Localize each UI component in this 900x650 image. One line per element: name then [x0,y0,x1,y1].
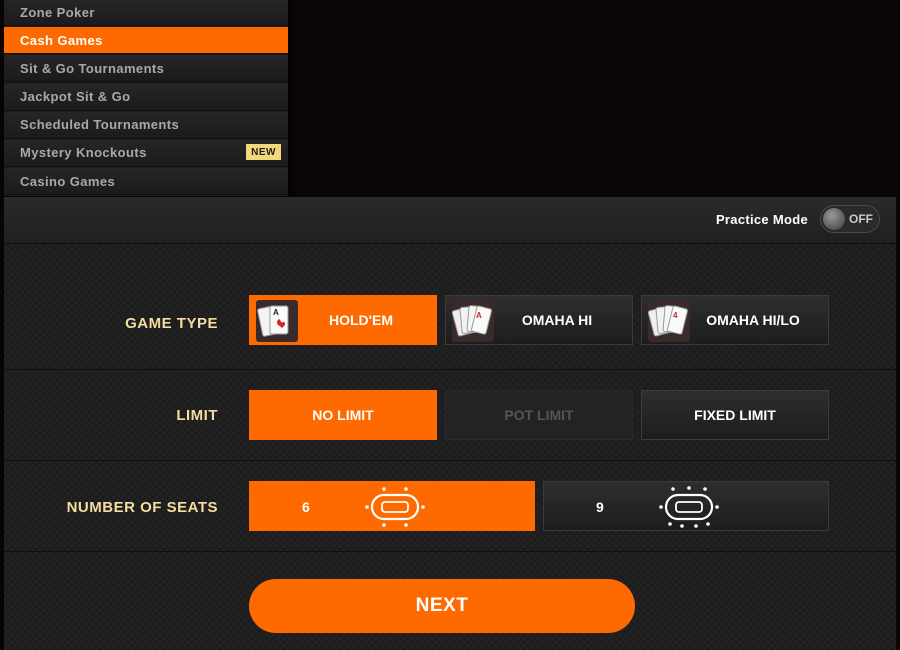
seats-6-label: 6 [302,499,310,515]
poker-table-6-seat-icon [365,487,425,527]
menu-item-scheduled-tournaments[interactable]: Scheduled Tournaments [4,111,288,139]
game-category-menu: Zone Poker Cash Games Sit & Go Tournamen… [4,0,288,196]
new-badge: NEW [246,143,281,160]
game-type-omaha-hi-lo-label: OMAHA HI/LO [706,312,800,328]
svg-text:A: A [273,308,279,317]
next-button[interactable]: NEXT [249,579,635,633]
game-type-omaha-hi-label: OMAHA HI [521,312,593,328]
toggle-state-label: OFF [849,212,873,226]
playing-cards-icon: A [256,300,298,342]
menu-item-label: Mystery Knockouts [20,145,147,161]
playing-cards-icon: A [452,300,494,342]
limit-label: LIMIT [176,407,218,424]
game-type-omaha-hi-lo-button[interactable]: 4 OMAHA HI/LO [641,295,829,345]
number-of-seats-label: NUMBER OF SEATS [66,499,218,516]
svg-text:A: A [476,311,482,320]
menu-item-casino-games[interactable]: Casino Games [4,168,288,196]
limit-no-limit-button[interactable]: NO LIMIT [249,390,437,440]
limit-pot-limit-button: POT LIMIT [445,390,633,440]
limit-row: LIMIT NO LIMIT POT LIMIT FIXED LIMIT [4,370,896,461]
game-type-holdem-label: HOLD'EM [329,312,393,328]
limit-no-limit-label: NO LIMIT [312,407,374,423]
panel-header: Practice Mode OFF [4,197,896,244]
limit-pot-limit-label: POT LIMIT [504,407,574,423]
poker-table-9-seat-icon [659,486,719,528]
svg-text:4: 4 [673,311,678,320]
cash-game-setup-panel: Practice Mode OFF GAME TYPE A HOLD'EM A … [4,197,896,650]
game-type-label: GAME TYPE [125,315,218,332]
seats-9-button[interactable]: 9 [543,481,829,531]
playing-cards-icon: 4 [648,300,690,342]
limit-fixed-limit-label: FIXED LIMIT [694,407,776,423]
seats-6-button[interactable]: 6 [249,481,535,531]
menu-item-mystery-knockouts[interactable]: Mystery Knockouts NEW [4,139,288,167]
menu-item-jackpot-sit-and-go[interactable]: Jackpot Sit & Go [4,83,288,111]
number-of-seats-row: NUMBER OF SEATS 6 9 [4,461,896,552]
practice-mode-toggle[interactable]: OFF [820,205,880,233]
menu-item-cash-games[interactable]: Cash Games [4,27,288,55]
game-type-omaha-hi-button[interactable]: A OMAHA HI [445,295,633,345]
toggle-knob-icon [823,208,845,230]
limit-fixed-limit-button[interactable]: FIXED LIMIT [641,390,829,440]
seats-9-label: 9 [596,499,604,515]
menu-item-sit-and-go-tournaments[interactable]: Sit & Go Tournaments [4,55,288,83]
menu-item-zone-poker[interactable]: Zone Poker [4,0,288,26]
practice-mode-label: Practice Mode [715,212,808,227]
game-type-holdem-button[interactable]: A HOLD'EM [249,295,437,345]
game-type-row: GAME TYPE A HOLD'EM A OMAHA HI 4 OMAHA H… [4,279,896,370]
